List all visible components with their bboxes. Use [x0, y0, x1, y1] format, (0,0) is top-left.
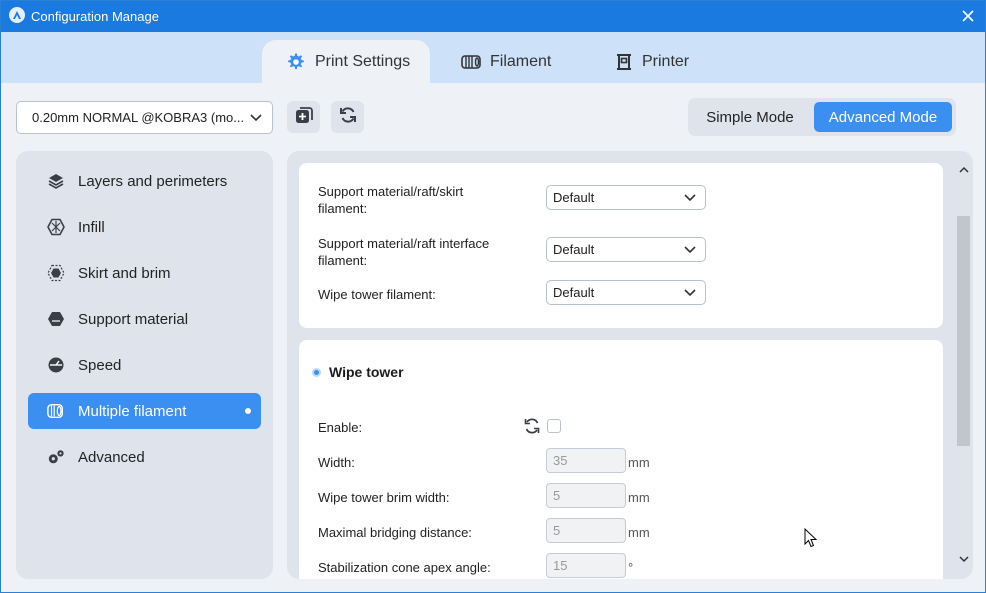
support-icon — [47, 310, 65, 328]
unit-label: mm — [628, 525, 650, 540]
preset-value: 0.20mm NORMAL @KOBRA3 (mo... — [32, 110, 245, 125]
sidebar-item-label: Skirt and brim — [78, 264, 171, 282]
section-title: Wipe tower — [312, 364, 404, 380]
label-line: Support material/raft interface — [318, 236, 490, 251]
settings-sidebar: Layers and perimeters Infill Skirt and b… — [16, 151, 273, 579]
sidebar-item-infill[interactable]: Infill — [28, 209, 261, 245]
label-line: filament: — [318, 201, 368, 216]
cone-angle-input[interactable]: 15 — [546, 553, 626, 578]
brim-width-label: Wipe tower brim width: — [318, 490, 450, 505]
support-interface-label: Support material/raft interface filament… — [318, 235, 489, 269]
filament-spool-icon — [461, 54, 481, 70]
tab-label: Filament — [490, 52, 552, 70]
tab-printer[interactable]: Printer — [615, 40, 689, 83]
unit-label: mm — [628, 455, 650, 470]
width-label: Width: — [318, 455, 355, 470]
simple-mode-button[interactable]: Simple Mode — [694, 102, 806, 132]
label-line: filament: — [318, 253, 368, 268]
dropdown-value: Default — [553, 242, 595, 257]
section-title-text: Wipe tower — [329, 364, 404, 380]
copy-add-icon — [294, 105, 314, 130]
tab-filament[interactable]: Filament — [461, 40, 551, 83]
close-icon[interactable] — [957, 5, 979, 27]
extruders-card: Support material/raft/skirt filament: De… — [299, 163, 943, 328]
title-bar: Configuration Manage — [1, 1, 985, 32]
sidebar-item-speed[interactable]: Speed — [28, 347, 261, 383]
bridging-distance-input[interactable]: 5 — [546, 518, 626, 543]
sidebar-item-label: Advanced — [78, 448, 145, 466]
reset-preset-button[interactable] — [331, 101, 364, 133]
section-bullet — [312, 367, 321, 377]
preset-dropdown[interactable]: 0.20mm NORMAL @KOBRA3 (mo... — [16, 101, 273, 134]
bridging-distance-label: Maximal bridging distance: — [318, 525, 472, 540]
wipe-tower-filament-dropdown[interactable]: Default — [546, 280, 706, 305]
enable-wipe-tower-checkbox[interactable] — [547, 419, 561, 433]
mode-switch: Simple Mode Advanced Mode — [688, 98, 956, 136]
settings-content: Support material/raft/skirt filament: De… — [287, 151, 973, 579]
brim-width-input[interactable]: 5 — [546, 483, 626, 508]
support-raft-skirt-label: Support material/raft/skirt filament: — [318, 183, 463, 217]
sidebar-item-label: Layers and perimeters — [78, 172, 228, 190]
printer-icon — [615, 53, 633, 71]
unit-label: mm — [628, 490, 650, 505]
support-interface-filament-dropdown[interactable]: Default — [546, 237, 706, 262]
speedometer-icon — [47, 356, 65, 374]
configuration-window: Configuration Manage Print Settings Fila… — [0, 0, 986, 593]
sidebar-item-label: Support material — [78, 310, 189, 328]
tab-bar: Print Settings Filament Printer — [1, 32, 985, 83]
skirt-brim-icon — [47, 264, 65, 282]
scroll-thumb[interactable] — [957, 216, 970, 446]
chevron-down-icon — [683, 286, 697, 303]
dropdown-value: Default — [553, 285, 595, 300]
chevron-down-icon — [683, 191, 697, 208]
cone-angle-label: Stabilization cone apex angle: — [318, 560, 491, 575]
tab-label: Printer — [642, 52, 690, 70]
sidebar-item-skirt-and-brim[interactable]: Skirt and brim — [28, 255, 261, 291]
sidebar-item-advanced[interactable]: Advanced — [28, 439, 261, 475]
sidebar-item-label: Speed — [78, 356, 122, 374]
layers-icon — [47, 172, 65, 190]
tab-label: Print Settings — [315, 52, 411, 70]
gears-icon — [47, 448, 65, 466]
gear-icon — [286, 52, 306, 72]
chevron-down-icon — [248, 110, 264, 129]
dropdown-value: Default — [553, 190, 595, 205]
modified-dot — [245, 408, 251, 414]
wipe-tower-card: Wipe tower Enable: Width: 35 mm Wipe tow… — [299, 340, 943, 579]
advanced-mode-button[interactable]: Advanced Mode — [814, 102, 952, 132]
window-title: Configuration Manage — [31, 9, 159, 24]
infill-icon — [47, 218, 65, 236]
sidebar-item-multiple-filament[interactable]: Multiple filament — [28, 393, 261, 429]
tab-print-settings[interactable]: Print Settings — [262, 40, 430, 83]
sidebar-item-label: Multiple filament — [78, 402, 187, 420]
reset-value-icon[interactable] — [523, 417, 541, 440]
refresh-icon — [338, 105, 358, 130]
scroll-down-icon[interactable] — [956, 551, 971, 566]
width-input[interactable]: 35 — [546, 448, 626, 473]
copy-preset-button[interactable] — [287, 101, 320, 133]
app-logo-icon — [9, 7, 25, 23]
sidebar-item-label: Infill — [78, 218, 105, 236]
mouse-cursor-icon — [804, 527, 818, 553]
enable-label: Enable: — [318, 420, 363, 435]
scroll-up-icon[interactable] — [956, 162, 971, 177]
sidebar-item-support-material[interactable]: Support material — [28, 301, 261, 337]
unit-label: ° — [628, 560, 634, 575]
multi-filament-icon — [47, 402, 65, 420]
sidebar-item-layers-and-perimeters[interactable]: Layers and perimeters — [28, 163, 261, 199]
support-raft-skirt-filament-dropdown[interactable]: Default — [546, 185, 706, 210]
wipe-tower-filament-label: Wipe tower filament: — [318, 287, 436, 302]
content-scrollbar[interactable] — [956, 156, 971, 574]
chevron-down-icon — [683, 243, 697, 260]
label-line: Support material/raft/skirt — [318, 184, 464, 199]
